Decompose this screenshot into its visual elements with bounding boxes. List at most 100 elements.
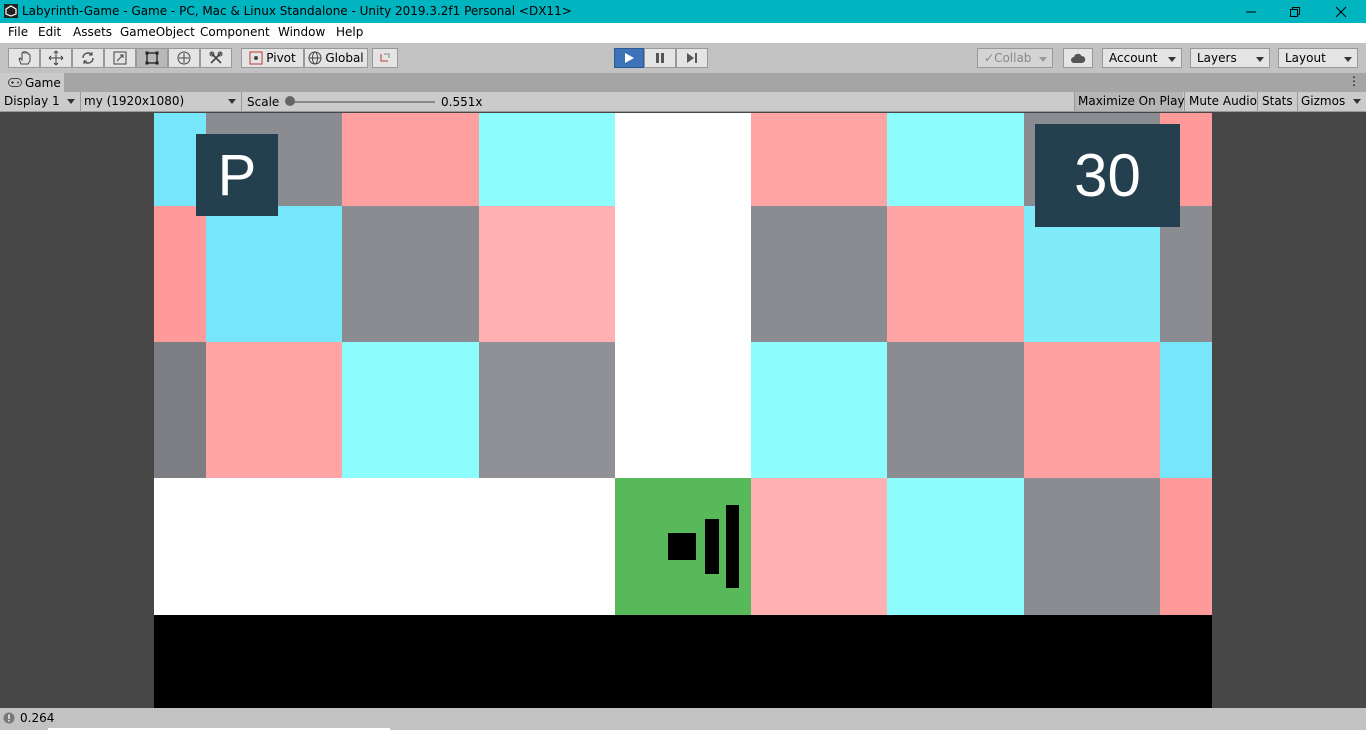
move-tool-icon[interactable]: [40, 48, 72, 68]
tab-game[interactable]: Game: [0, 73, 64, 92]
display-select[interactable]: Display 1: [0, 92, 80, 111]
collab-label: Collab: [994, 51, 1032, 65]
maximize-on-play-label: Maximize On Play: [1078, 94, 1185, 108]
pause-button-label: P: [217, 142, 257, 208]
pause-icon: [656, 53, 664, 63]
tile-pink: [1160, 478, 1212, 615]
pause-button[interactable]: [644, 48, 676, 68]
custom-tool-icon[interactable]: [200, 48, 232, 68]
tile-pink: [342, 113, 479, 206]
restore-icon[interactable]: [1272, 0, 1318, 23]
menu-file[interactable]: File: [8, 25, 28, 39]
chevron-down-icon: [1039, 57, 1047, 62]
chevron-down-icon: [1344, 57, 1352, 62]
title-bar: Labyrinth-Game - Game - PC, Mac & Linux …: [0, 0, 1366, 23]
chevron-down-icon: [67, 99, 75, 104]
tile-pink: [751, 113, 887, 206]
chevron-down-icon: [1168, 57, 1176, 62]
tile-blue: [206, 206, 342, 342]
pivot-button[interactable]: Pivot: [241, 48, 304, 68]
toolbar: Pivot Global ✓Collab Account Layers Layo…: [0, 43, 1366, 73]
layers-label: Layers: [1197, 51, 1237, 65]
gamepad-icon: [8, 78, 22, 87]
maximize-on-play-toggle[interactable]: Maximize On Play: [1074, 92, 1185, 111]
cloud-button[interactable]: [1063, 48, 1093, 68]
tile-cyan: [479, 113, 615, 206]
tile-gray: [154, 342, 206, 478]
resolution-select-value: my (1920x1080): [84, 94, 185, 108]
tile-blue: [1160, 342, 1212, 478]
info-icon: [3, 712, 15, 724]
tile-cyan: [342, 342, 479, 478]
menu-gameobject[interactable]: GameObject: [120, 25, 195, 39]
layout-label: Layout: [1285, 51, 1326, 65]
account-dropdown[interactable]: Account: [1102, 48, 1182, 68]
snap-icon[interactable]: [372, 48, 398, 68]
stats-toggle[interactable]: Stats: [1257, 92, 1297, 111]
kebab-menu-icon[interactable]: ⋮: [1348, 75, 1360, 87]
minimize-icon[interactable]: [1228, 0, 1274, 23]
timer-value: 30: [1074, 142, 1141, 209]
cloud-icon: [1071, 53, 1086, 63]
tile-pink: [1024, 342, 1160, 478]
tab-game-label: Game: [25, 76, 61, 90]
volume-icon[interactable]: [668, 505, 740, 589]
game-view-controls: Display 1 my (1920x1080) Scale 0.551x Ma…: [0, 92, 1366, 112]
window-title: Labyrinth-Game - Game - PC, Mac & Linux …: [22, 4, 572, 18]
play-button[interactable]: [614, 48, 644, 68]
menu-help[interactable]: Help: [336, 25, 363, 39]
tile-gray: [751, 206, 887, 342]
tile-pink: [887, 206, 1024, 342]
menu-assets[interactable]: Assets: [73, 25, 112, 39]
menu-bar: File Edit Assets GameObject Component Wi…: [0, 23, 1366, 43]
game-tab-bar: Game ⋮: [0, 73, 1366, 92]
game-canvas[interactable]: P 30: [154, 113, 1212, 708]
scale-tool-icon[interactable]: [104, 48, 136, 68]
transform-tool-icon[interactable]: [168, 48, 200, 68]
account-label: Account: [1109, 51, 1158, 65]
resolution-select[interactable]: my (1920x1080): [81, 92, 241, 111]
global-button[interactable]: Global: [304, 48, 368, 68]
globe-icon: [308, 51, 322, 65]
play-icon: [625, 53, 634, 63]
tile-gray: [342, 206, 479, 342]
gizmos-dropdown[interactable]: Gizmos: [1297, 92, 1366, 111]
timer-panel: 30: [1035, 124, 1180, 227]
pivot-icon: [249, 51, 263, 65]
hand-tool-icon[interactable]: [8, 48, 40, 68]
mute-audio-toggle[interactable]: Mute Audio: [1184, 92, 1257, 111]
tile-cyan: [887, 113, 1024, 206]
layout-dropdown[interactable]: Layout: [1278, 48, 1358, 68]
menu-window[interactable]: Window: [278, 25, 325, 39]
tile-pink: [479, 206, 615, 342]
pause-button-p[interactable]: P: [196, 134, 278, 216]
scale-label: Scale: [247, 95, 280, 109]
menu-component[interactable]: Component: [200, 25, 270, 39]
chevron-down-icon: [228, 99, 236, 104]
step-button[interactable]: [676, 48, 708, 68]
close-icon[interactable]: [1318, 0, 1364, 23]
chevron-down-icon: [1353, 99, 1361, 104]
layers-dropdown[interactable]: Layers: [1190, 48, 1270, 68]
collab-dropdown[interactable]: ✓Collab: [977, 48, 1053, 68]
status-bar: 0.264: [0, 708, 1366, 730]
rotate-tool-icon[interactable]: [72, 48, 104, 68]
scale-value: 0.551x: [441, 95, 483, 109]
tile-cyan: [751, 342, 887, 478]
status-value: 0.264: [20, 711, 55, 725]
menu-edit[interactable]: Edit: [38, 25, 61, 39]
display-select-value: Display 1: [4, 94, 60, 108]
tile-pink: [154, 206, 206, 342]
tile-gray: [1024, 478, 1160, 615]
tile-gray: [479, 342, 615, 478]
scale-slider-track[interactable]: [290, 101, 435, 103]
scale-slider-handle[interactable]: [285, 96, 295, 106]
pivot-label: Pivot: [266, 51, 296, 65]
tile-pink: [751, 478, 887, 615]
divider: [241, 92, 242, 111]
chevron-down-icon: [1256, 57, 1264, 62]
path-white-vertical: [615, 113, 751, 478]
rect-tool-icon[interactable]: [136, 48, 168, 68]
mute-audio-label: Mute Audio: [1189, 94, 1257, 108]
tile-pink: [206, 342, 342, 478]
